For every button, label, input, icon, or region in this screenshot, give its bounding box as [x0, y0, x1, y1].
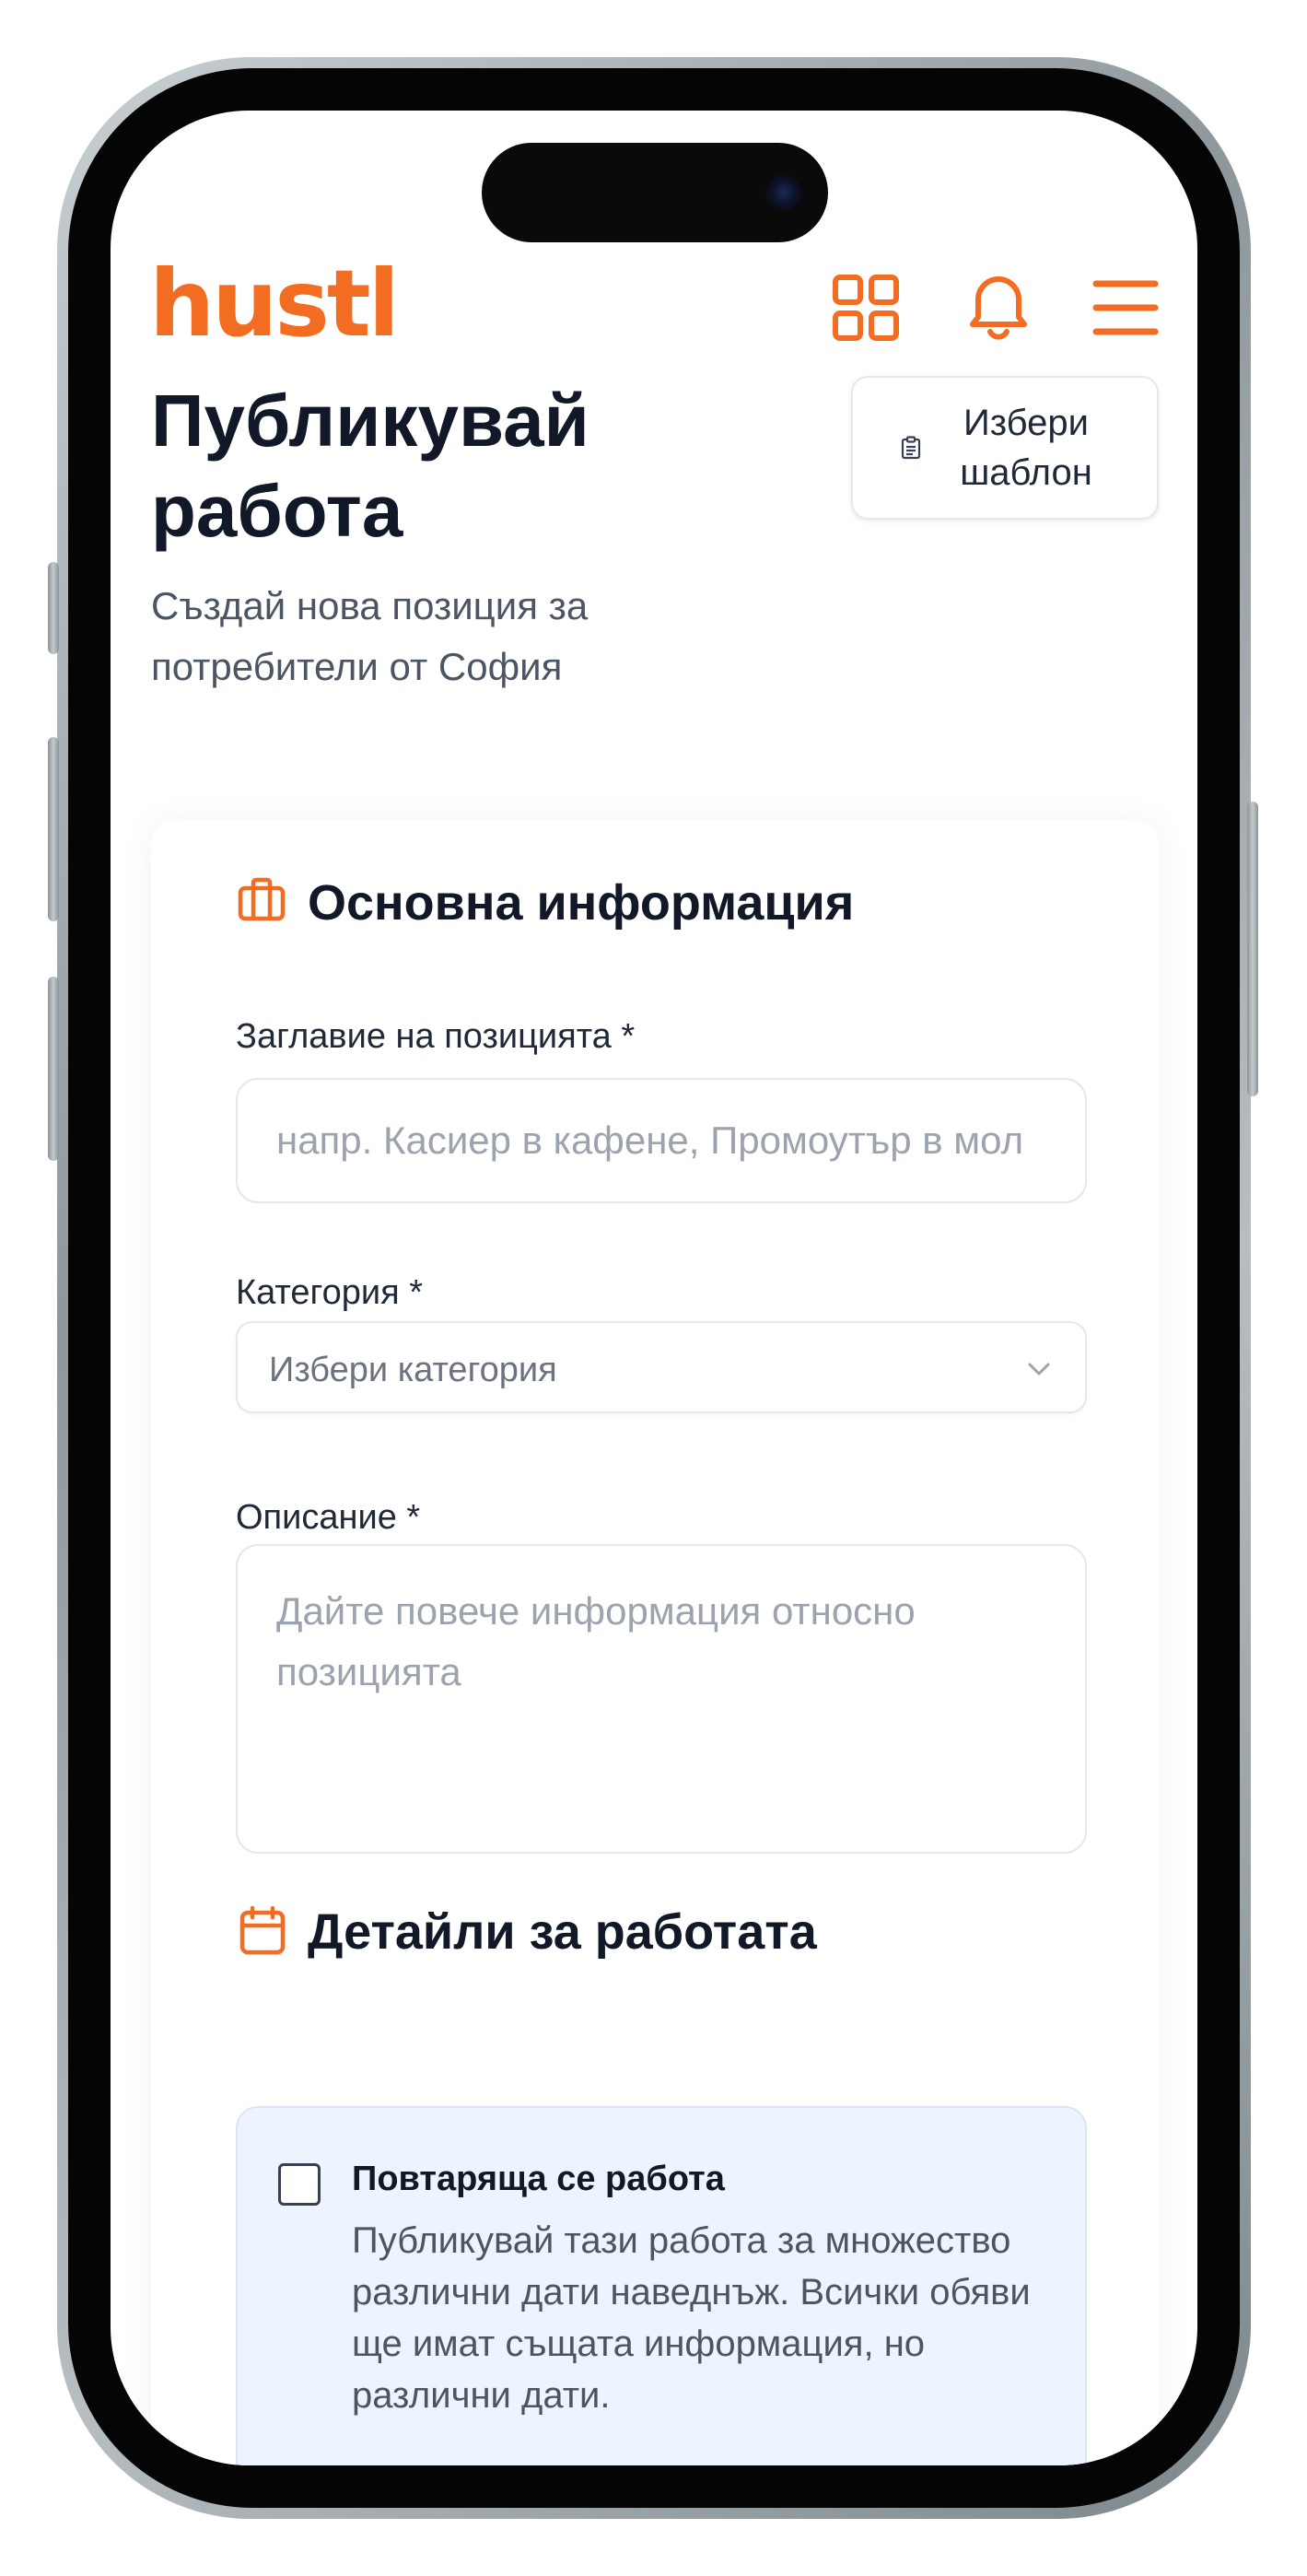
page-subtitle: Създай нова позиция за потребители от Со… — [151, 584, 589, 688]
page-title: Публикувай работа — [151, 380, 589, 552]
section-basic-info-title: Основна информация — [308, 875, 855, 931]
category-selected-value: Избери категория — [269, 1351, 557, 1389]
recurring-job-description: Публикувай тази работа за множество разл… — [352, 2220, 1031, 2416]
choose-template-button[interactable]: Избери шаблон — [851, 376, 1159, 520]
recurring-job-box: Повтаряща се работа Публикувай тази рабо… — [236, 2106, 1087, 2465]
description-textarea[interactable] — [236, 1544, 1087, 1854]
recurring-job-label[interactable]: Повтаряща се работа — [352, 2160, 725, 2199]
description-label: Описание * — [236, 1498, 421, 1537]
volume-down-button — [48, 977, 59, 1161]
briefcase-icon — [238, 877, 286, 921]
dynamic-island — [482, 143, 828, 242]
front-camera — [765, 174, 802, 211]
app-screen: hustl Публикувай работа Създай нова пози… — [111, 111, 1197, 2465]
clipboard-icon — [901, 436, 921, 460]
section-job-details-title: Детайли за работата — [308, 1904, 817, 1960]
category-select[interactable]: Избери категория — [236, 1321, 1087, 1413]
action-button — [48, 562, 59, 654]
hustl-logo[interactable]: hustl — [149, 258, 400, 350]
recurring-job-checkbox[interactable] — [278, 2163, 321, 2206]
category-label: Категория * — [236, 1273, 423, 1312]
power-button — [1247, 802, 1258, 1096]
job-title-input[interactable] — [236, 1078, 1087, 1203]
chevron-down-icon — [1028, 1363, 1050, 1376]
calendar-icon — [239, 1905, 286, 1955]
hamburger-menu-icon[interactable] — [1092, 278, 1159, 337]
choose-template-label: Избери шаблон — [960, 403, 1092, 493]
volume-up-button — [48, 737, 59, 921]
job-title-label: Заглавие на позицията * — [236, 1017, 636, 1056]
grid-icon[interactable] — [833, 275, 899, 341]
bell-icon[interactable] — [969, 269, 1028, 343]
